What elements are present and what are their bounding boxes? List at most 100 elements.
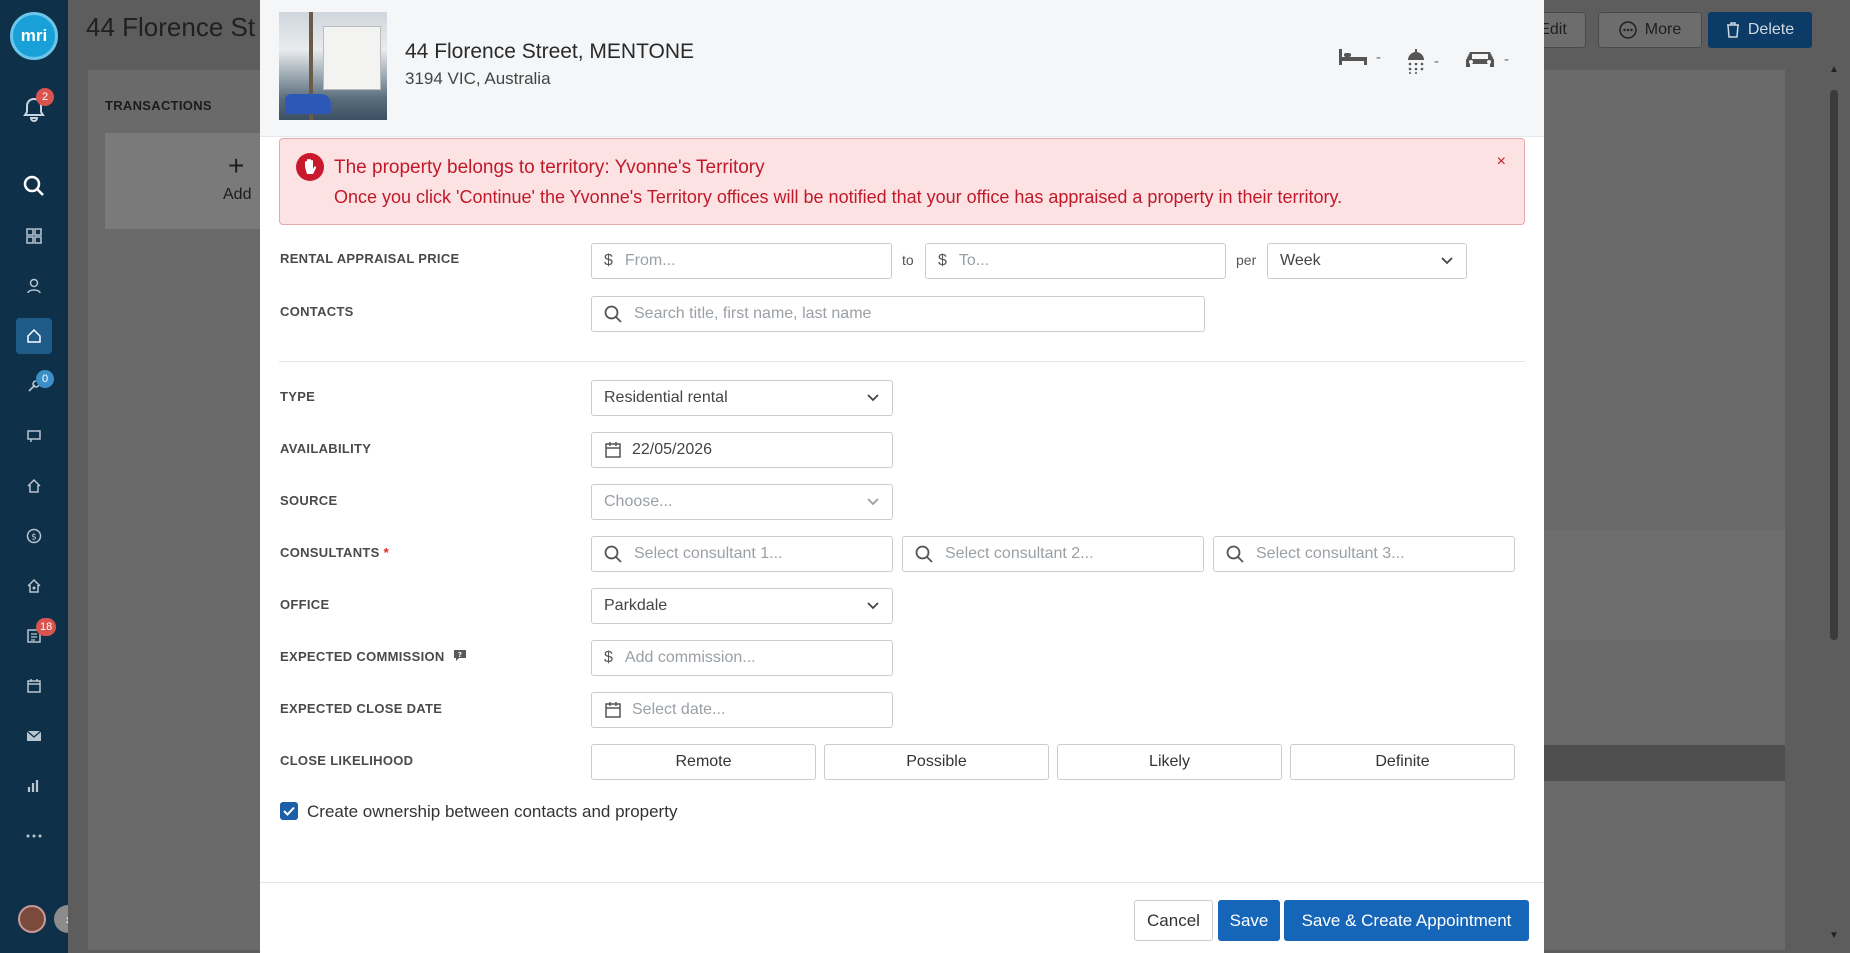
reports-icon[interactable] xyxy=(16,768,52,804)
add-transaction-card[interactable] xyxy=(105,133,275,229)
type-label: TYPE xyxy=(280,389,316,404)
contacts-placeholder: Search title, first name, last name xyxy=(634,305,872,322)
chevron-down-icon xyxy=(867,602,879,610)
save-button[interactable]: Save xyxy=(1218,900,1280,941)
availability-label: AVAILABILITY xyxy=(280,441,372,456)
user-avatar[interactable] xyxy=(18,905,46,933)
shower-icon xyxy=(1408,49,1424,74)
close-likelihood-label: CLOSE LIKELIHOOD xyxy=(280,753,414,768)
search-icon xyxy=(604,545,622,563)
scroll-up-arrow-icon[interactable]: ▲ xyxy=(1829,64,1839,75)
alert-message: Once you click 'Continue' the Yvonne's T… xyxy=(334,187,1343,207)
price-from-input[interactable]: $ From... xyxy=(591,243,892,279)
tools-badge: 0 xyxy=(36,370,54,388)
chevron-down-icon xyxy=(867,498,879,506)
home-icon[interactable] xyxy=(16,468,52,504)
office-select[interactable]: Parkdale xyxy=(591,588,893,624)
bedrooms-feature: - xyxy=(1338,48,1381,66)
price-to-placeholder: To... xyxy=(958,252,990,269)
scroll-down-arrow-icon[interactable]: ▼ xyxy=(1829,930,1839,941)
right-panel xyxy=(1540,70,1785,950)
price-from-placeholder: From... xyxy=(624,252,676,269)
delete-button[interactable]: Delete xyxy=(1708,12,1812,48)
currency-symbol: $ xyxy=(604,649,613,666)
availability-value: 22/05/2026 xyxy=(632,441,713,458)
finance-icon[interactable]: $ xyxy=(16,518,52,554)
property-photo xyxy=(279,12,387,120)
close-date-placeholder: Select date... xyxy=(632,701,726,718)
info-icon[interactable]: ? xyxy=(453,649,467,662)
ownership-checkbox-label[interactable]: Create ownership between contacts and pr… xyxy=(307,802,677,822)
office-value: Parkdale xyxy=(604,597,668,614)
listings-icon[interactable] xyxy=(16,418,52,454)
close-alert-icon[interactable]: × xyxy=(1497,153,1506,171)
ownership-checkbox[interactable] xyxy=(280,802,298,820)
consultant-2-placeholder: Select consultant 2... xyxy=(945,545,1094,562)
contacts-search-input[interactable]: Search title, first name, last name xyxy=(591,296,1205,332)
right-panel-section xyxy=(1540,530,1785,640)
properties-icon[interactable] xyxy=(16,318,52,354)
commission-placeholder: Add commission... xyxy=(624,649,756,666)
form-divider xyxy=(279,361,1525,362)
availability-date-input[interactable]: 22/05/2026 xyxy=(591,432,893,468)
mri-logo[interactable]: mri xyxy=(10,12,58,60)
search-icon xyxy=(915,545,933,563)
likelihood-possible-button[interactable]: Possible xyxy=(824,744,1049,780)
cancel-button[interactable]: Cancel xyxy=(1134,900,1213,941)
likelihood-likely-button[interactable]: Likely xyxy=(1057,744,1282,780)
consultant-2-input[interactable]: Select consultant 2... xyxy=(902,536,1204,572)
type-value: Residential rental xyxy=(604,389,728,406)
checkmark-icon xyxy=(283,806,295,816)
consultant-1-input[interactable]: Select consultant 1... xyxy=(591,536,893,572)
office-label: OFFICE xyxy=(280,597,330,612)
appraisal-modal: 44 Florence Street, MENTONE 3194 VIC, Au… xyxy=(260,0,1544,953)
source-select[interactable]: Choose... xyxy=(591,484,893,520)
dashboard-icon[interactable] xyxy=(16,218,52,254)
trash-icon xyxy=(1726,22,1739,38)
consultant-1-placeholder: Select consultant 1... xyxy=(634,545,783,562)
bedrooms-value: - xyxy=(1376,48,1381,66)
close-date-input[interactable]: Select date... xyxy=(591,692,893,728)
type-select[interactable]: Residential rental xyxy=(591,380,893,416)
delete-label: Delete xyxy=(1747,21,1795,38)
close-date-label: EXPECTED CLOSE DATE xyxy=(280,701,443,716)
svg-text:$: $ xyxy=(31,533,37,543)
price-to-input[interactable]: $ To... xyxy=(925,243,1226,279)
alert-title: The property belongs to territory: Yvonn… xyxy=(334,157,765,178)
likelihood-remote-button[interactable]: Remote xyxy=(591,744,816,780)
scrollbar-thumb[interactable] xyxy=(1830,90,1838,640)
commission-label: EXPECTED COMMISSION ? xyxy=(280,649,467,664)
likelihood-definite-button[interactable]: Definite xyxy=(1290,744,1515,780)
tasks-badge: 18 xyxy=(36,618,57,636)
sidebar: mri 2 0 $ 18 › xyxy=(0,0,82,953)
period-select[interactable]: Week xyxy=(1267,243,1467,279)
mail-icon[interactable] xyxy=(16,718,52,754)
more-button[interactable]: More xyxy=(1598,12,1702,48)
car-icon xyxy=(1466,52,1494,67)
contacts-icon[interactable] xyxy=(16,268,52,304)
consultant-3-input[interactable]: Select consultant 3... xyxy=(1213,536,1515,572)
rental-price-label: RENTAL APPRAISAL PRICE xyxy=(280,251,460,266)
source-label: SOURCE xyxy=(280,493,338,508)
save-and-create-appointment-button[interactable]: Save & Create Appointment xyxy=(1284,900,1529,941)
modal-footer: Cancel Save Save & Create Appointment xyxy=(260,882,1544,953)
more-apps-icon[interactable] xyxy=(16,818,52,854)
source-placeholder: Choose... xyxy=(604,493,673,510)
commission-label-text: EXPECTED COMMISSION xyxy=(280,649,445,664)
calendar-icon[interactable] xyxy=(16,668,52,704)
add-transaction-label: Add xyxy=(223,186,252,203)
property-locality: 3194 VIC, Australia xyxy=(405,69,551,88)
plus-icon: + xyxy=(228,150,245,181)
commission-input[interactable]: $ Add commission... xyxy=(591,640,893,676)
chevron-down-icon xyxy=(867,394,879,402)
calendar-icon xyxy=(605,442,621,458)
chevron-down-icon xyxy=(1441,257,1453,265)
currency-symbol: $ xyxy=(604,252,613,269)
property-address: 44 Florence Street, MENTONE xyxy=(405,40,695,63)
car-spaces-feature: - xyxy=(1464,48,1509,70)
search-icon[interactable] xyxy=(16,168,52,204)
consultants-label: CONSULTANTS * xyxy=(280,545,389,560)
house-settings-icon[interactable] xyxy=(16,568,52,604)
bathrooms-feature: - xyxy=(1402,48,1439,74)
car-spaces-value: - xyxy=(1504,50,1509,68)
